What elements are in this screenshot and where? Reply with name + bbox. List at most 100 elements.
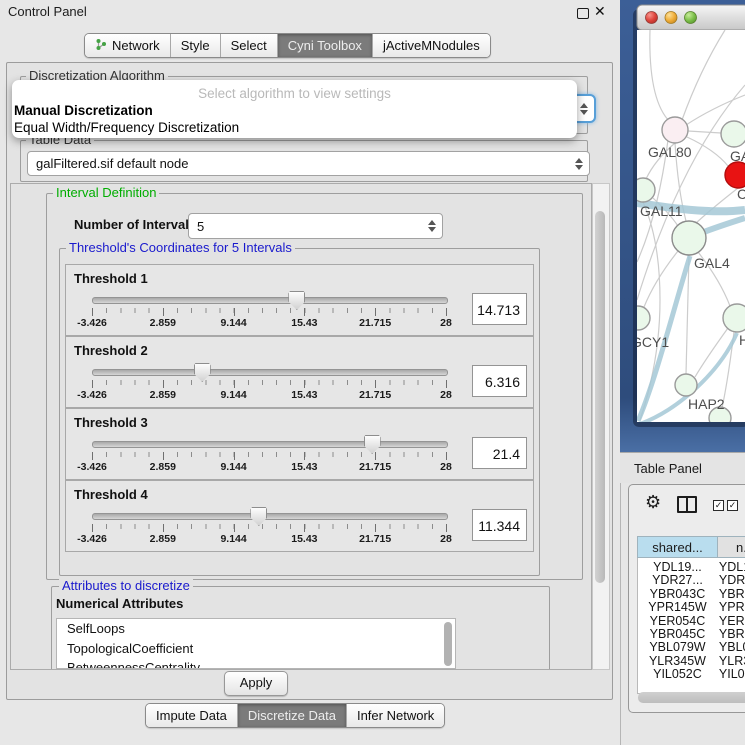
table-row[interactable]: YIL052CYIL0 [638, 668, 745, 689]
interval-definition-label: Interval Definition [53, 186, 159, 199]
settings-scrollbar[interactable] [592, 183, 610, 670]
threshold-2-label: Threshold 2 [74, 343, 148, 358]
number-of-intervals-label: Number of Intervals [74, 217, 196, 232]
node-hap2[interactable] [675, 374, 697, 396]
tab-label: Infer Network [357, 708, 434, 723]
tab-infer-network[interactable]: Infer Network [347, 704, 444, 727]
table-panel-title: Table Panel [634, 461, 702, 476]
column-header-name[interactable]: n... [718, 536, 745, 558]
node-gal4[interactable] [672, 221, 706, 255]
list-item[interactable]: TopologicalCoefficient [57, 639, 455, 659]
table-row[interactable]: YBL079WYBL0 [638, 641, 745, 654]
menu-item-equal-width-frequency[interactable]: Equal Width/Frequency Discretization [14, 120, 239, 135]
number-of-intervals-combo[interactable]: 5 [188, 213, 443, 239]
threshold-4-panel: Threshold 4 -3.426 2.859 9.144 15.43 21.… [65, 480, 534, 552]
tick-label: -3.426 [77, 317, 107, 329]
columns-icon[interactable] [677, 496, 697, 513]
list-item[interactable]: BetweennessCentrality [57, 658, 455, 669]
threshold-3-value-field[interactable]: 21.4 [472, 437, 527, 469]
network-desktop: GAL80 GA GAL11 C GAL4 GCY1 H HAP2 [620, 0, 745, 452]
zoom-traffic-light[interactable] [685, 12, 697, 24]
tick-label: 28 [440, 389, 452, 401]
table-panel-titlebar: Table Panel [620, 452, 745, 483]
table-data-combo[interactable]: galFiltered.sif default node [27, 151, 590, 176]
table-row[interactable]: YBR043CYBR0 [638, 588, 745, 601]
float-window-icon[interactable] [577, 8, 589, 19]
tick-label: 15.43 [291, 461, 317, 473]
table-row[interactable]: YDR27...YDR2 [638, 574, 745, 587]
threshold-1-slider[interactable]: -3.426 2.859 9.144 15.43 21.715 28 [92, 289, 446, 331]
slider-track[interactable] [92, 369, 448, 376]
threshold-2-slider[interactable]: -3.426 2.859 9.144 15.43 21.715 28 [92, 361, 446, 403]
checkbox-icon[interactable]: ✓ [727, 500, 738, 511]
tab-jactivemnodules[interactable]: jActiveMNodules [373, 34, 490, 57]
tick-label: -3.426 [77, 461, 107, 473]
tick-label: -3.426 [77, 389, 107, 401]
minimize-traffic-light[interactable] [665, 12, 677, 24]
node-top-right[interactable] [721, 121, 745, 147]
tab-label: Select [231, 38, 267, 53]
menu-item-manual-discretization[interactable]: Manual Discretization [14, 103, 153, 118]
tick-label: 21.715 [359, 389, 391, 401]
table-row[interactable]: YER054CYER0 [638, 615, 745, 628]
combo-arrows-icon [428, 214, 436, 238]
tab-style[interactable]: Style [171, 34, 221, 57]
threshold-2-value-field[interactable]: 6.316 [472, 365, 527, 397]
list-scrollbar-thumb[interactable] [444, 622, 452, 666]
tick-label: -3.426 [77, 533, 107, 545]
close-traffic-light[interactable] [646, 12, 658, 24]
threshold-4-value-field[interactable]: 11.344 [472, 509, 527, 541]
number-of-intervals-value: 5 [197, 219, 204, 234]
tick-label: 28 [440, 461, 452, 473]
tick-label: 21.715 [359, 461, 391, 473]
tick-label: 15.43 [291, 533, 317, 545]
list-item[interactable]: SelfLoops [57, 619, 455, 639]
tick-label: 2.859 [150, 389, 176, 401]
node-label-gal4: GAL4 [694, 255, 730, 271]
close-icon[interactable]: ✕ [594, 3, 606, 20]
node-selected-red[interactable] [725, 162, 745, 188]
checkbox-icon[interactable]: ✓ [713, 500, 724, 511]
tick-label: 9.144 [220, 317, 246, 329]
threshold-3-slider[interactable]: -3.426 2.859 9.144 15.43 21.715 28 [92, 433, 446, 475]
tab-cyni-toolbox[interactable]: Cyni Toolbox [278, 34, 373, 57]
node-label-c: C [737, 186, 745, 202]
tab-impute-data[interactable]: Impute Data [146, 704, 238, 727]
threshold-4-label: Threshold 4 [74, 487, 148, 502]
tab-network[interactable]: Network [85, 34, 171, 57]
tick-label: 28 [440, 317, 452, 329]
slider-track[interactable] [92, 513, 448, 520]
gear-icon[interactable]: ⚙ [645, 493, 661, 511]
tab-label: Impute Data [156, 708, 227, 723]
horizontal-scrollbar-thumb[interactable] [638, 692, 745, 703]
algorithm-prompt: Select algorithm to view settings [12, 86, 577, 101]
tab-discretize-data[interactable]: Discretize Data [238, 704, 347, 727]
bottom-tab-bar: Impute Data Discretize Data Infer Networ… [145, 703, 445, 728]
table-row[interactable]: YBR045CYBR0 [638, 628, 745, 641]
slider-track[interactable] [92, 297, 448, 304]
threshold-4-slider[interactable]: -3.426 2.859 9.144 15.43 21.715 28 [92, 505, 446, 547]
table-row[interactable]: YLR345WYLR3 [638, 655, 745, 668]
scrollbar-thumb[interactable] [595, 211, 605, 583]
control-panel-window: Control Panel ✕ Network Style Select Cyn… [0, 0, 621, 745]
tick-label: 15.43 [291, 317, 317, 329]
apply-button[interactable]: Apply [224, 671, 288, 696]
column-header-shared-name[interactable]: shared... [637, 536, 718, 558]
node-label-hap2: HAP2 [688, 396, 725, 412]
node-right-mid[interactable] [723, 304, 745, 332]
slider-minor-ticks [92, 380, 447, 385]
node-label-gal80: GAL80 [648, 144, 692, 160]
table-row[interactable]: YDL19...YDL1 [638, 561, 745, 574]
threshold-1-value-field[interactable]: 14.713 [472, 293, 527, 325]
tab-select[interactable]: Select [221, 34, 278, 57]
threshold-3-label: Threshold 3 [74, 415, 148, 430]
node-label-ga: GA [730, 148, 745, 164]
table-row[interactable]: YPR145WYPR1 [638, 601, 745, 614]
numerical-attributes-list: SelfLoops TopologicalCoefficient Between… [56, 618, 456, 669]
tick-label: 21.715 [359, 317, 391, 329]
node-gal80[interactable] [662, 117, 688, 143]
slider-track[interactable] [92, 441, 448, 448]
tab-label: Style [181, 38, 210, 53]
tick-label: 28 [440, 533, 452, 545]
tick-label: 9.144 [220, 461, 246, 473]
